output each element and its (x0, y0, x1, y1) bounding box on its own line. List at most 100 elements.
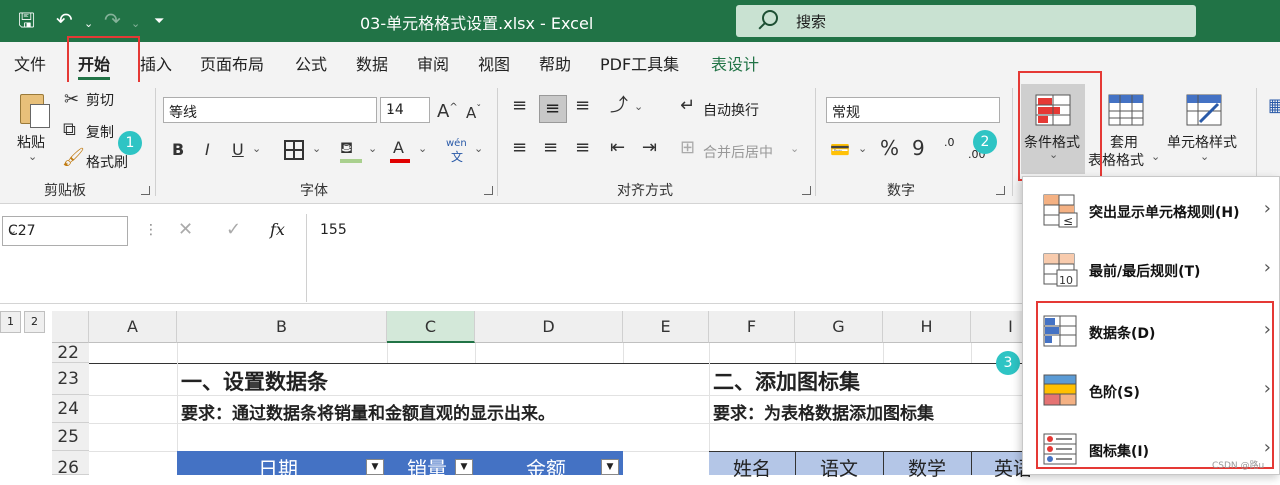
tab-formulas[interactable]: 公式 (295, 51, 327, 75)
paste-icon[interactable] (16, 90, 52, 130)
cut-icon[interactable]: ✂ (64, 90, 79, 110)
wrap-text-label[interactable]: 自动换行 (703, 100, 759, 120)
column-header-b[interactable]: B (177, 311, 387, 343)
align-bottom-icon[interactable]: ≡ (575, 96, 590, 116)
undo-dropdown-icon[interactable]: ⌄ (84, 12, 93, 36)
formula-input[interactable]: 155 (320, 222, 347, 238)
increase-decimal-icon[interactable]: .0 (944, 136, 955, 149)
insert-function-icon[interactable]: fx (270, 220, 285, 239)
paste-label[interactable]: 粘贴 (17, 132, 45, 152)
comma-style-icon[interactable]: 9 (912, 138, 925, 158)
fill-color-icon[interactable]: ⛾ (340, 138, 353, 158)
column-header-a[interactable]: A (89, 311, 177, 343)
merge-center-label[interactable]: 合并后居中 (703, 142, 773, 162)
orientation-dropdown-icon[interactable]: ⌄ (634, 100, 643, 113)
column-header-f[interactable]: F (709, 311, 795, 343)
cancel-icon[interactable]: ✕ (178, 220, 193, 240)
redo-icon[interactable]: ↷ (104, 8, 121, 32)
number-launcher-icon[interactable] (996, 186, 1005, 195)
row-header-23[interactable]: 23 (52, 363, 89, 395)
outline-level-1-button[interactable]: 1 (0, 311, 21, 333)
increase-indent-icon[interactable]: ⇥ (642, 138, 657, 158)
underline-dropdown-icon[interactable]: ⌄ (252, 142, 261, 155)
search-box[interactable]: 搜索 (736, 5, 1196, 37)
tab-data[interactable]: 数据 (356, 51, 388, 75)
format-painter-icon[interactable]: 🖌 (62, 148, 85, 168)
undo-icon[interactable]: ↶ (56, 8, 73, 32)
copy-icon[interactable]: ⧉ (63, 120, 76, 140)
header-amount[interactable]: 金额 (526, 453, 566, 482)
cell-f24[interactable]: 要求：为表格数据添加图标集 (713, 399, 934, 424)
select-all-button[interactable] (52, 311, 89, 343)
row-header-25[interactable]: 25 (52, 423, 89, 451)
font-color-icon[interactable]: A (393, 138, 404, 158)
borders-dropdown-icon[interactable]: ⌄ (312, 142, 321, 155)
font-name-select[interactable]: 等线 ⌄ (163, 97, 377, 123)
row-header-22[interactable]: 22 (52, 343, 89, 363)
column-header-d[interactable]: D (475, 311, 623, 343)
name-box[interactable]: C27 ⌄ (2, 216, 128, 246)
header-date[interactable]: 日期 (258, 453, 298, 482)
redo-dropdown-icon[interactable]: ⌄ (131, 12, 140, 36)
accounting-format-icon[interactable]: 💳 (830, 140, 850, 160)
alignment-launcher-icon[interactable] (802, 186, 811, 195)
paste-dropdown-icon[interactable]: ⌄ (28, 150, 37, 163)
borders-icon[interactable] (284, 140, 304, 160)
tab-pdf-tools[interactable]: PDF工具集 (600, 51, 679, 75)
header-sales[interactable]: 销量 (407, 453, 447, 482)
fill-color-dropdown-icon[interactable]: ⌄ (368, 142, 377, 155)
phonetic-dropdown-icon[interactable]: ⌄ (474, 142, 483, 155)
enter-icon[interactable]: ✓ (226, 220, 241, 240)
align-left-icon[interactable]: ≡ (512, 138, 527, 158)
tab-insert[interactable]: 插入 (140, 51, 172, 75)
align-right-icon[interactable]: ≡ (575, 138, 590, 158)
cell-styles-icon[interactable] (1186, 94, 1222, 126)
tab-page-layout[interactable]: 页面布局 (200, 51, 264, 75)
filter-date-icon[interactable]: ▼ (366, 459, 384, 475)
increase-font-size-icon[interactable]: A^ (437, 98, 458, 122)
cell-b24[interactable]: 要求：通过数据条将销量和金额直观的显示出来。 (181, 399, 555, 424)
column-header-g[interactable]: G (795, 311, 883, 343)
tab-file[interactable]: 文件 (14, 51, 46, 75)
align-top-icon[interactable]: ≡ (512, 96, 527, 116)
header-name[interactable]: 姓名 (733, 454, 771, 481)
insert-cells-icon[interactable]: ▦ (1268, 96, 1280, 116)
column-header-h[interactable]: H (883, 311, 971, 343)
tab-table-design[interactable]: 表设计 (711, 51, 759, 75)
menu-item-top-bottom-rules[interactable]: 10 最前/最后规则(T) › (1023, 241, 1280, 299)
font-color-dropdown-icon[interactable]: ⌄ (418, 142, 427, 155)
decrease-indent-icon[interactable]: ⇤ (610, 138, 625, 158)
header-chinese[interactable]: 语文 (820, 454, 858, 481)
decrease-font-size-icon[interactable]: Aˇ (466, 100, 481, 123)
filter-sales-icon[interactable]: ▼ (455, 459, 473, 475)
font-launcher-icon[interactable] (484, 186, 493, 195)
customize-quick-access-icon[interactable]: ⏷ (154, 10, 164, 34)
accounting-dropdown-icon[interactable]: ⌄ (858, 142, 867, 155)
italic-icon[interactable]: I (205, 140, 210, 160)
row-header-24[interactable]: 24 (52, 395, 89, 423)
percent-icon[interactable]: % (880, 138, 899, 158)
orientation-icon[interactable]: ⤴ (610, 96, 628, 116)
cell-styles-label[interactable]: 单元格样式 (1167, 132, 1237, 152)
bold-icon[interactable]: B (172, 140, 184, 160)
cut-label[interactable]: 剪切 (86, 90, 114, 110)
font-size-select[interactable]: 14 ⌄ (380, 97, 430, 123)
wrap-text-icon[interactable]: ↵ (680, 96, 695, 116)
header-math[interactable]: 数学 (908, 454, 946, 481)
column-header-e[interactable]: E (623, 311, 709, 343)
align-center-icon[interactable]: ≡ (543, 138, 558, 158)
row-header-26[interactable]: 26 (52, 451, 89, 478)
clipboard-launcher-icon[interactable] (141, 186, 150, 195)
format-as-table-icon[interactable] (1108, 94, 1144, 126)
underline-icon[interactable]: U (232, 140, 244, 160)
cell-b23[interactable]: 一、设置数据条 (181, 366, 328, 396)
format-as-table-dropdown-icon[interactable]: ⌄ (1151, 150, 1160, 163)
column-header-c[interactable]: C (387, 311, 475, 343)
number-format-select[interactable]: 常规 ⌄ (826, 97, 1000, 123)
filter-amount-icon[interactable]: ▼ (601, 459, 619, 475)
cell-f23[interactable]: 二、添加图标集 (713, 366, 860, 396)
tab-review[interactable]: 审阅 (417, 51, 449, 75)
save-icon[interactable]: 🖫 (18, 8, 35, 32)
tab-view[interactable]: 视图 (478, 51, 510, 75)
format-painter-label[interactable]: 格式刷 (86, 152, 128, 172)
